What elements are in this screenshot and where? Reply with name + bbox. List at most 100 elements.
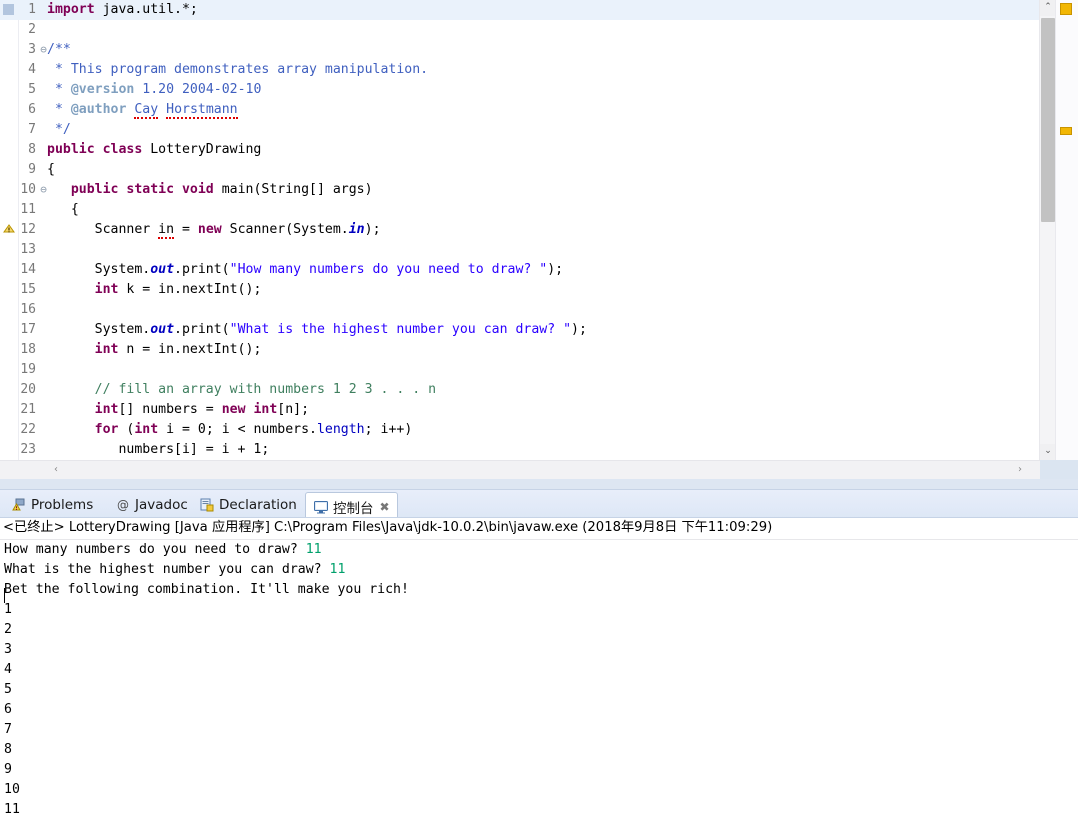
- overview-warning-marker-line12[interactable]: [1060, 127, 1072, 135]
- line-number: 2: [28, 22, 36, 37]
- code-line-7[interactable]: 7 */: [0, 120, 1040, 140]
- code-token: in: [158, 222, 175, 239]
- code-line-19[interactable]: 19: [0, 360, 1040, 380]
- line-number: 5: [28, 82, 36, 97]
- console-line: 6: [4, 700, 1078, 720]
- line-number: 6: [28, 102, 36, 117]
- code-text: /**: [47, 40, 71, 60]
- vertical-scrollbar-thumb[interactable]: [1041, 18, 1055, 222]
- code-text: * @author Cay Horstmann: [47, 100, 238, 120]
- code-token: main(String[] args): [221, 182, 373, 197]
- code-line-14[interactable]: 14 System.out.print("How many numbers do…: [0, 260, 1040, 280]
- code-token: int: [134, 422, 167, 437]
- code-line-3[interactable]: 3 ⊖/**: [0, 40, 1040, 60]
- console-caret: [4, 588, 5, 603]
- code-text: System.out.print("What is the highest nu…: [47, 320, 587, 340]
- editor-text-area[interactable]: 1 import java.util.*; 2 3 ⊖/** 4 * This progr…: [0, 0, 1041, 460]
- console-line-text: 1: [4, 602, 12, 617]
- code-line-20[interactable]: 20 // fill an array with numbers 1 2 3 .…: [0, 380, 1040, 400]
- tab-declaration[interactable]: Declaration: [192, 492, 304, 518]
- console-line: Bet the following combination. It'll mak…: [4, 580, 1078, 600]
- view-tab-strip: Problems @ Javadoc Declaration 控制台 ✖: [0, 489, 1078, 520]
- console-output[interactable]: How many numbers do you need to draw? 11…: [0, 540, 1078, 828]
- line-number: 7: [28, 122, 36, 137]
- code-text: Scanner in = new Scanner(System.in);: [47, 220, 381, 240]
- line-number: 18: [20, 342, 36, 357]
- overview-warning-marker-top[interactable]: [1060, 3, 1072, 15]
- close-icon[interactable]: ✖: [380, 500, 390, 514]
- console-line: 9: [4, 760, 1078, 780]
- editor-horizontal-scrollbar[interactable]: ‹ ›: [0, 460, 1040, 479]
- code-token: Horstmann: [166, 102, 238, 119]
- console-line-text: Bet the following combination. It'll mak…: [4, 582, 409, 597]
- console-line: 10: [4, 780, 1078, 800]
- code-lines-container[interactable]: 1 import java.util.*; 2 3 ⊖/** 4 * This progr…: [0, 0, 1040, 460]
- tab-javadoc[interactable]: @ Javadoc: [108, 492, 195, 518]
- line-number: 8: [28, 142, 36, 157]
- code-text: public static void main(String[] args): [47, 180, 373, 200]
- code-line-11[interactable]: 11 {: [0, 200, 1040, 220]
- tab-console[interactable]: 控制台 ✖: [305, 492, 398, 520]
- code-line-8[interactable]: 8 public class LotteryDrawing: [0, 140, 1040, 160]
- code-token: =: [174, 222, 198, 237]
- console-line-text: 5: [4, 682, 12, 697]
- console-line: 5: [4, 680, 1078, 700]
- code-token: .print(: [174, 262, 230, 277]
- code-line-18[interactable]: 18 int n = in.nextInt();: [0, 340, 1040, 360]
- code-token: Scanner(System.: [229, 222, 349, 237]
- code-token: );: [547, 262, 564, 277]
- console-user-input-echo: 11: [305, 542, 322, 557]
- overview-ruler[interactable]: [1055, 0, 1078, 460]
- line-number: 15: [20, 282, 36, 297]
- code-text: * This program demonstrates array manipu…: [47, 60, 428, 80]
- code-token: int: [94, 282, 127, 297]
- console-launch-status-line: <已终止> LotteryDrawing [Java 应用程序] C:\Prog…: [0, 518, 1078, 540]
- scroll-right-arrow-icon[interactable]: ›: [1012, 461, 1028, 479]
- line-number: 19: [20, 362, 36, 377]
- console-line-text: 2: [4, 622, 12, 637]
- code-line-4[interactable]: 4 * This program demonstrates array mani…: [0, 60, 1040, 80]
- code-line-10[interactable]: 10 ⊖ public static void main(String[] arg…: [0, 180, 1040, 200]
- code-line-15[interactable]: 15 int k = in.nextInt();: [0, 280, 1040, 300]
- line-number: 13: [20, 242, 36, 257]
- code-line-6[interactable]: 6 * @author Cay Horstmann: [0, 100, 1040, 120]
- code-line-16[interactable]: 16: [0, 300, 1040, 320]
- code-token: );: [364, 222, 381, 237]
- tab-problems[interactable]: Problems: [4, 492, 100, 518]
- console-line-text: 11: [4, 802, 20, 817]
- scroll-up-arrow-icon[interactable]: ⌃: [1040, 0, 1056, 16]
- console-line: What is the highest number you can draw?…: [4, 560, 1078, 580]
- code-token: numbers[i] = i + 1;: [47, 442, 270, 457]
- scroll-down-arrow-icon[interactable]: ⌄: [1040, 444, 1056, 460]
- code-line-2[interactable]: 2: [0, 20, 1040, 40]
- code-line-9[interactable]: 9{: [0, 160, 1040, 180]
- code-line-13[interactable]: 13: [0, 240, 1040, 260]
- code-text: int k = in.nextInt();: [47, 280, 262, 300]
- tab-label: Problems: [31, 497, 94, 513]
- code-token: public static void: [70, 182, 222, 197]
- scroll-left-arrow-icon[interactable]: ‹: [48, 461, 64, 479]
- code-token: "How many numbers do you need to draw? ": [229, 262, 548, 277]
- code-token: Scanner: [47, 222, 159, 237]
- code-line-1[interactable]: 1 import java.util.*;: [0, 0, 1040, 20]
- console-line: 1: [4, 600, 1078, 620]
- line-number: 22: [20, 422, 36, 437]
- code-line-23[interactable]: 23 numbers[i] = i + 1;: [0, 440, 1040, 460]
- console-line-text: What is the highest number you can draw?: [4, 562, 330, 577]
- code-line-21[interactable]: 21 int[] numbers = new int[n];: [0, 400, 1040, 420]
- editor-vertical-scrollbar[interactable]: ⌃ ⌄: [1039, 0, 1056, 460]
- code-text: System.out.print("How many numbers do yo…: [47, 260, 563, 280]
- code-token: new int: [221, 402, 278, 417]
- code-line-12[interactable]: 12 Scanner in = new Scanner(System.in);: [0, 220, 1040, 240]
- code-line-22[interactable]: 22 for (int i = 0; i < numbers.length; i…: [0, 420, 1040, 440]
- code-token: length: [316, 422, 365, 437]
- code-line-17[interactable]: 17 System.out.print("What is the highest…: [0, 320, 1040, 340]
- line-number: 20: [20, 382, 36, 397]
- code-token: @author: [70, 102, 127, 117]
- tab-label: Declaration: [219, 497, 297, 513]
- code-line-5[interactable]: 5 * @version 1.20 2004-02-10: [0, 80, 1040, 100]
- code-text: numbers[i] = i + 1;: [47, 440, 269, 460]
- code-token: "What is the highest number you can draw…: [229, 322, 572, 337]
